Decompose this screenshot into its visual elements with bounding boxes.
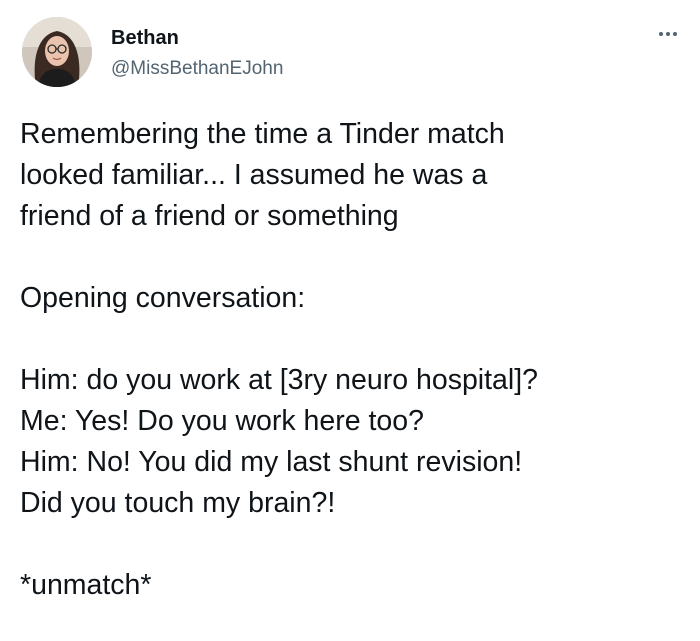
tweet-line: Remembering the time a Tinder match <box>20 118 505 150</box>
tweet-line: Me: Yes! Do you work here too? <box>20 405 424 437</box>
dot <box>666 32 670 36</box>
avatar[interactable] <box>22 17 92 87</box>
more-options-icon[interactable] <box>654 24 682 44</box>
tweet-line: Him: do you work at [3ry neuro hospital]… <box>20 364 538 396</box>
tweet-line: Did you touch my brain?! <box>20 487 336 519</box>
tweet-card: Bethan @MissBethanEJohn Remembering the … <box>0 0 700 641</box>
tweet-line: friend of a friend or something <box>20 200 399 232</box>
tweet-line: Him: No! You did my last shunt revision! <box>20 446 523 478</box>
tweet-line: *unmatch* <box>20 569 152 601</box>
dot <box>673 32 677 36</box>
dot <box>659 32 663 36</box>
tweet-text: Remembering the time a Tinder match look… <box>20 114 690 606</box>
tweet-line: Opening conversation: <box>20 282 306 314</box>
author-name[interactable]: Bethan <box>111 26 179 50</box>
tweet-line: looked familiar... I assumed he was a <box>20 159 488 191</box>
author-handle[interactable]: @MissBethanEJohn <box>111 57 283 81</box>
profile-photo-icon <box>22 17 92 87</box>
